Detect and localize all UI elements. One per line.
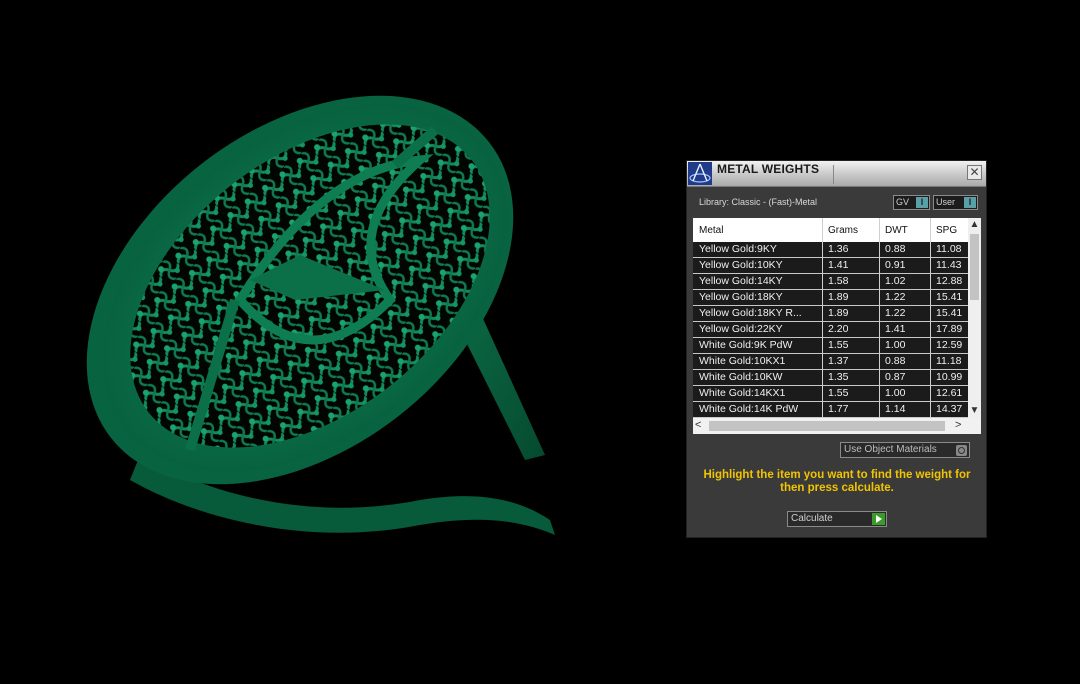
dwt-cell: 1.22 <box>885 291 906 303</box>
gv-toggle[interactable]: GV I <box>893 195 930 210</box>
grams-cell: 2.20 <box>828 323 849 335</box>
panel-title: METAL WEIGHTS <box>717 162 820 176</box>
metal-cell: White Gold:14KX1 <box>699 387 786 399</box>
library-label: Library: Classic - (Fast)-Metal <box>699 197 818 207</box>
column-divider <box>879 218 880 418</box>
table-row[interactable]: White Gold:9K PdW 1.55 1.00 12.59 <box>693 338 968 354</box>
column-divider <box>822 218 823 418</box>
metal-weights-panel: METAL WEIGHTS ✕ Library: Classic - (Fast… <box>686 160 987 538</box>
table-row[interactable]: Yellow Gold:10KY 1.41 0.91 11.43 <box>693 258 968 274</box>
instruction-text: Highlight the item you want to find the … <box>703 469 971 494</box>
spg-cell: 10.99 <box>936 371 963 383</box>
grams-cell: 1.35 <box>828 371 849 383</box>
scroll-right-icon[interactable]: > <box>955 419 961 431</box>
panel-titlebar[interactable]: METAL WEIGHTS ✕ <box>687 161 986 187</box>
table-row[interactable]: Yellow Gold:14KY 1.58 1.02 12.88 <box>693 274 968 290</box>
dwt-cell: 0.88 <box>885 243 906 255</box>
metal-cell: Yellow Gold:9KY <box>699 243 777 255</box>
metal-cell: Yellow Gold:10KY <box>699 259 783 271</box>
app-logo-icon <box>688 162 712 185</box>
metal-cell: White Gold:14K PdW <box>699 403 799 415</box>
scroll-up-icon[interactable]: ▲ <box>968 218 981 232</box>
vertical-scroll-thumb[interactable] <box>970 234 979 300</box>
ring-model <box>86 95 555 535</box>
user-toggle-indicator: I <box>964 197 976 208</box>
grams-cell: 1.89 <box>828 307 849 319</box>
3d-viewport[interactable] <box>0 0 680 679</box>
table-rows: Yellow Gold:9KY 1.36 0.88 11.08 Yellow Gold:… <box>693 242 968 418</box>
table-row[interactable]: Yellow Gold:22KY 2.20 1.41 17.89 <box>693 322 968 338</box>
dwt-cell: 1.00 <box>885 387 906 399</box>
user-toggle[interactable]: User I <box>933 195 978 210</box>
spg-cell: 11.43 <box>936 259 962 271</box>
radio-icon <box>956 445 967 456</box>
grams-cell: 1.41 <box>828 259 849 271</box>
spg-cell: 12.59 <box>936 339 963 351</box>
dwt-cell: 1.02 <box>885 275 906 287</box>
spg-cell: 12.88 <box>936 275 963 287</box>
horizontal-scroll-thumb[interactable] <box>709 421 945 431</box>
play-icon <box>872 513 885 525</box>
spg-cell: 14.37 <box>936 403 963 415</box>
grams-cell: 1.58 <box>828 275 849 287</box>
spg-cell: 11.18 <box>936 355 962 367</box>
table-row[interactable]: Yellow Gold:9KY 1.36 0.88 11.08 <box>693 242 968 258</box>
column-header-metal[interactable]: Metal <box>699 225 723 236</box>
horizontal-scrollbar[interactable]: < > <box>693 418 981 434</box>
table-row[interactable]: White Gold:10KW 1.35 0.87 10.99 <box>693 370 968 386</box>
vertical-scrollbar[interactable]: ▲ ▼ <box>968 218 981 418</box>
metal-cell: Yellow Gold:22KY <box>699 323 783 335</box>
spg-cell: 12.61 <box>936 387 963 399</box>
grams-cell: 1.77 <box>828 403 849 415</box>
dwt-cell: 0.91 <box>885 259 906 271</box>
dwt-cell: 1.41 <box>885 323 906 335</box>
metal-cell: White Gold:10KW <box>699 371 783 383</box>
column-header-dwt[interactable]: DWT <box>885 225 908 236</box>
table-row[interactable]: White Gold:14K PdW 1.77 1.14 14.37 <box>693 402 968 418</box>
dwt-cell: 0.87 <box>885 371 906 383</box>
grams-cell: 1.36 <box>828 243 849 255</box>
grams-cell: 1.89 <box>828 291 849 303</box>
metal-cell: Yellow Gold:18KY <box>699 291 783 303</box>
gv-toggle-label: GV <box>896 197 910 207</box>
table-row[interactable]: Yellow Gold:18KY 1.89 1.22 15.41 <box>693 290 968 306</box>
metal-cell: Yellow Gold:18KY R... <box>699 307 802 319</box>
column-header-grams[interactable]: Grams <box>828 225 858 236</box>
metal-cell: White Gold:10KX1 <box>699 355 786 367</box>
gv-toggle-indicator: I <box>916 197 928 208</box>
use-object-materials-label: Use Object Materials <box>844 444 937 455</box>
dwt-cell: 1.00 <box>885 339 906 351</box>
metal-table[interactable]: Metal Grams DWT SPG Yellow Gold:9KY 1.36 0… <box>693 218 981 434</box>
grams-cell: 1.37 <box>828 355 849 367</box>
dwt-cell: 0.88 <box>885 355 906 367</box>
spg-cell: 15.41 <box>936 307 963 319</box>
metal-cell: Yellow Gold:14KY <box>699 275 783 287</box>
table-header: Metal Grams DWT SPG <box>693 218 968 242</box>
spg-cell: 15.41 <box>936 291 963 303</box>
spg-cell: 17.89 <box>936 323 963 335</box>
table-row[interactable]: White Gold:10KX1 1.37 0.88 11.18 <box>693 354 968 370</box>
scroll-down-icon[interactable]: ▼ <box>968 404 981 418</box>
grams-cell: 1.55 <box>828 387 849 399</box>
column-header-spg[interactable]: SPG <box>936 225 957 236</box>
user-toggle-label: User <box>936 197 956 207</box>
grams-cell: 1.55 <box>828 339 849 351</box>
close-icon[interactable]: ✕ <box>967 165 982 180</box>
calculate-button[interactable]: Calculate <box>787 511 887 527</box>
metal-cell: White Gold:9K PdW <box>699 339 793 351</box>
dwt-cell: 1.22 <box>885 307 906 319</box>
spg-cell: 11.08 <box>936 243 962 255</box>
use-object-materials-toggle[interactable]: Use Object Materials <box>840 442 970 458</box>
column-divider <box>930 218 931 418</box>
scroll-left-icon[interactable]: < <box>695 419 701 431</box>
title-divider <box>833 165 834 184</box>
dwt-cell: 1.14 <box>885 403 906 415</box>
table-row[interactable]: Yellow Gold:18KY R... 1.89 1.22 15.41 <box>693 306 968 322</box>
table-row[interactable]: White Gold:14KX1 1.55 1.00 12.61 <box>693 386 968 402</box>
calculate-label: Calculate <box>791 513 833 524</box>
